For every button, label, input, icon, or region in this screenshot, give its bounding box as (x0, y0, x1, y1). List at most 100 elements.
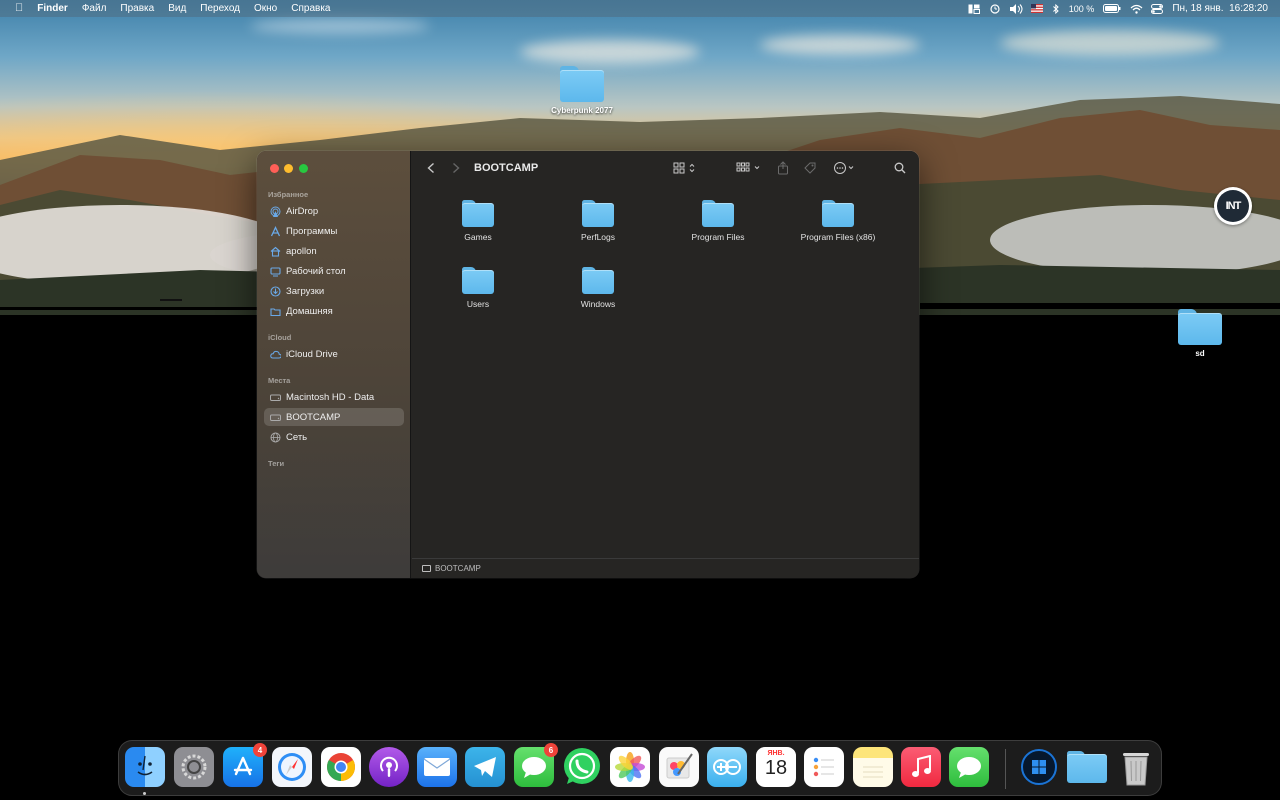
time-machine-icon[interactable] (989, 3, 1001, 14)
sidebar-item-bootcamp[interactable]: BOOTCAMP (264, 408, 404, 426)
remote-icon[interactable] (707, 747, 747, 787)
sidebar-item-desktop[interactable]: Рабочий стол (264, 262, 404, 280)
folder-item[interactable]: Program Files (x86) (783, 200, 893, 242)
battery-icon[interactable] (1103, 3, 1121, 14)
sidebar-item-home[interactable]: apollon (264, 242, 404, 260)
volume-icon[interactable] (1009, 3, 1023, 14)
sidebar-item-label: Домашняя (286, 305, 333, 317)
view-mode-button[interactable] (673, 160, 699, 176)
sidebar-item-network[interactable]: Сеть (264, 428, 404, 446)
notification-badge: 6 (544, 743, 558, 757)
path-bar-item[interactable]: BOOTCAMP (435, 564, 481, 573)
menu-finder[interactable]: Finder (30, 0, 75, 17)
whatsapp-icon[interactable] (562, 747, 602, 787)
finder-icon[interactable] (125, 747, 165, 787)
layout-icon[interactable] (968, 4, 980, 14)
desktop-folder-sd[interactable]: sd (1155, 309, 1245, 358)
reminders-icon[interactable] (804, 747, 844, 787)
folder-name: Program Files (x86) (800, 232, 876, 242)
back-button[interactable] (424, 160, 438, 176)
path-bar: BOOTCAMP (412, 558, 919, 578)
messages-icon[interactable]: 6 (514, 743, 558, 787)
finder-toolbar: BOOTCAMP (412, 151, 919, 186)
folder-name: Games (464, 232, 492, 242)
sidebar-item-label: Рабочий стол (286, 265, 346, 277)
window-title: BOOTCAMP (474, 162, 539, 174)
telegram-icon[interactable] (465, 747, 505, 787)
network-icon (270, 432, 281, 443)
finder-window: Избранное AirDrop Программы apollon Рабо… (257, 151, 919, 578)
sidebar-item-home-folder[interactable]: Домашняя (264, 302, 404, 320)
sidebar-item-label: iCloud Drive (286, 348, 338, 360)
folder-item[interactable]: Windows (543, 267, 653, 309)
control-center-icon[interactable] (1151, 3, 1164, 14)
forward-button[interactable] (449, 160, 463, 176)
safari-icon[interactable] (272, 747, 312, 787)
folder-name: Program Files (691, 232, 745, 242)
share-icon[interactable] (776, 160, 790, 176)
sidebar-item-label: Загрузки (286, 285, 325, 297)
menu-file[interactable]: Файл (75, 0, 114, 17)
sidebar-item-airdrop[interactable]: AirDrop (264, 202, 404, 220)
menu-edit[interactable]: Правка (113, 0, 161, 17)
search-icon[interactable] (893, 160, 907, 176)
photos-icon[interactable] (610, 747, 650, 787)
folder-icon (1067, 750, 1107, 784)
applications-icon (270, 225, 281, 237)
folder-item[interactable]: PerfLogs (543, 200, 653, 242)
podcasts-icon[interactable] (369, 747, 409, 787)
pixelmator-icon[interactable] (659, 747, 699, 787)
chrome-icon[interactable] (321, 747, 361, 787)
music-icon[interactable] (901, 747, 941, 787)
folder-item[interactable]: Games (423, 200, 533, 242)
sidebar-item-icloud-drive[interactable]: iCloud Drive (264, 345, 404, 363)
folder-name: Windows (580, 299, 616, 309)
menu-view[interactable]: Вид (161, 0, 193, 17)
gear-icon[interactable] (174, 747, 214, 787)
windows-icon[interactable] (1019, 747, 1059, 787)
sidebar-item-label: Сеть (286, 431, 308, 443)
minimize-button[interactable] (284, 164, 293, 173)
sidebar-item-label: apollon (286, 245, 317, 257)
sidebar-section-tags: Теги (268, 459, 285, 468)
bluetooth-icon[interactable] (1052, 3, 1060, 14)
group-button[interactable] (736, 160, 764, 176)
folder-item[interactable]: Program Files (663, 200, 773, 242)
apple-menu-icon[interactable]:  (8, 0, 30, 17)
menu-help[interactable]: Справка (284, 0, 337, 17)
close-button[interactable] (270, 164, 279, 173)
calendar-day: 18 (764, 757, 788, 779)
sidebar-item-label: Программы (286, 225, 338, 237)
desktop-folder-cyberpunk[interactable]: Cyberpunk 2077 (537, 66, 627, 115)
folder-item[interactable]: Users (423, 267, 533, 309)
desktop-icon (270, 266, 281, 277)
trash-icon[interactable] (1116, 747, 1156, 787)
more-actions-button[interactable] (833, 160, 859, 176)
drive-icon (270, 392, 281, 403)
sidebar-section-icloud: iCloud (268, 333, 292, 342)
chat-icon[interactable] (949, 747, 989, 787)
drive-icon (422, 565, 431, 572)
us-flag-icon[interactable] (1030, 3, 1043, 14)
calendar-icon[interactable]: ЯНВ. 18 (756, 747, 796, 787)
finder-content: BOOTCAMP Games PerfLogs Program Files Pr… (412, 151, 919, 578)
sidebar-item-downloads[interactable]: Загрузки (264, 282, 404, 300)
desktop:  Finder Файл Правка Вид Переход Окно Сп… (0, 0, 1280, 800)
menu-go[interactable]: Переход (193, 0, 247, 17)
menubar-clock[interactable]: Пн, 18 янв. 16:28:20 (1172, 3, 1272, 14)
folder-icon (462, 267, 494, 294)
folder-stack-icon[interactable] (1067, 747, 1107, 787)
folder-icon (560, 66, 604, 102)
notes-icon[interactable] (853, 747, 893, 787)
zoom-button[interactable] (299, 164, 308, 173)
folder-icon (1178, 309, 1222, 345)
wifi-icon[interactable] (1130, 4, 1143, 14)
menu-window[interactable]: Окно (247, 0, 284, 17)
appstore-icon[interactable]: 4 (223, 743, 267, 787)
sidebar-item-applications[interactable]: Программы (264, 222, 404, 240)
folder-icon (822, 200, 854, 227)
mail-icon[interactable] (417, 747, 457, 787)
sidebar-item-macintosh-hd[interactable]: Macintosh HD - Data (264, 388, 404, 406)
tag-icon[interactable] (803, 160, 817, 176)
battery-percentage: 100 % (1068, 3, 1095, 14)
